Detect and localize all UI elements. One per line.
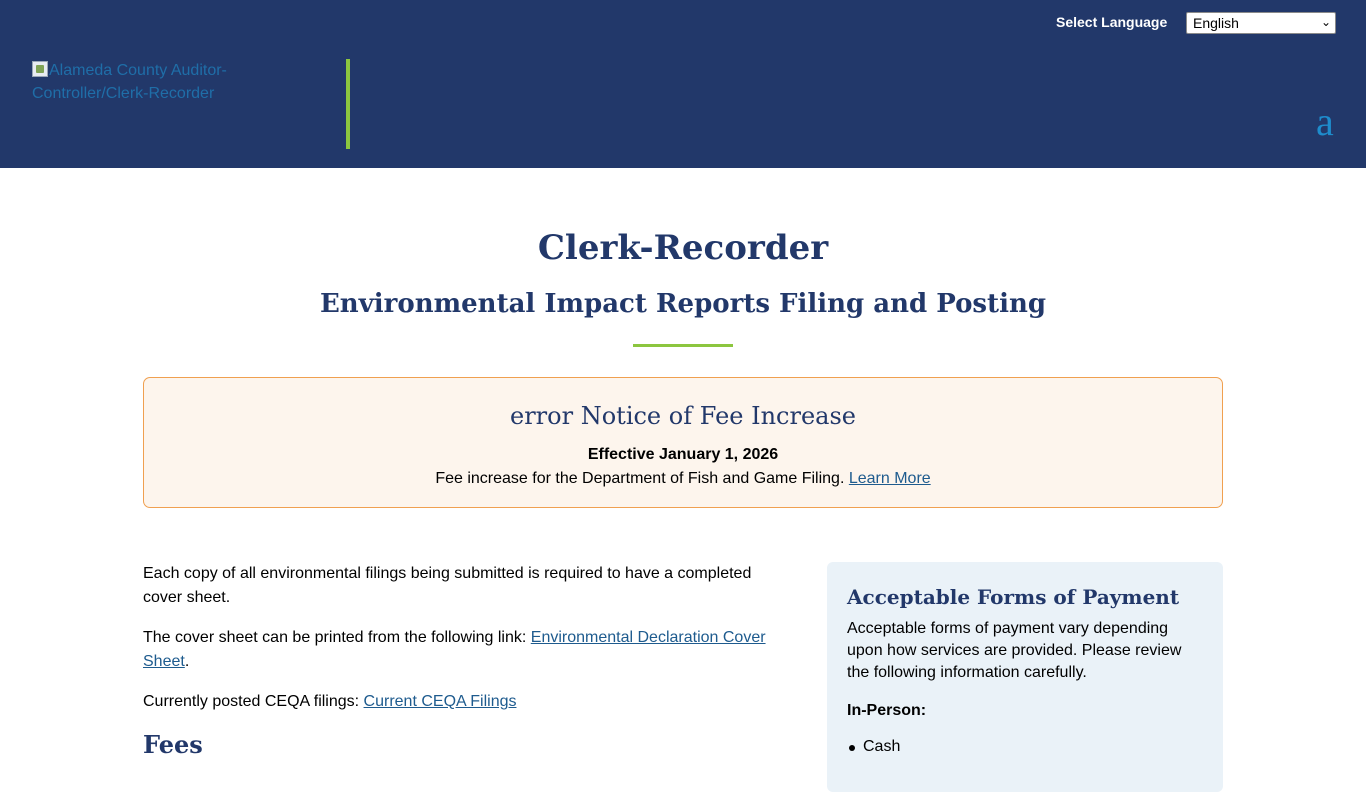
cover-sheet-text: The cover sheet can be printed from the …	[143, 629, 527, 646]
fee-increase-notice: error Notice of Fee Increase Effective J…	[143, 377, 1223, 508]
select-language-label: Select Language	[1056, 14, 1168, 30]
ceqa-filings-link[interactable]: Current CEQA Filings	[364, 693, 517, 710]
notice-effective-date: Effective January 1, 2026	[587, 446, 779, 463]
fees-heading: Fees	[143, 730, 203, 759]
cover-sheet-requirement: Each copy of all environmental filings b…	[143, 565, 752, 606]
language-select-value: English	[1193, 15, 1239, 31]
title-divider	[633, 344, 733, 347]
notice-title: Notice of Fee Increase	[580, 402, 856, 430]
notice-body: Fee increase for the Department of Fish …	[144, 470, 1222, 488]
broken-image-icon	[32, 61, 48, 77]
payment-sidebar: Acceptable Forms of Payment Acceptable f…	[827, 562, 1223, 792]
accessibility-icon[interactable]: a	[1316, 100, 1334, 144]
list-item: Cash	[847, 736, 1203, 758]
cover-sheet-paragraph: The cover sheet can be printed from the …	[143, 629, 766, 670]
language-select[interactable]: English ⌄	[1186, 12, 1336, 34]
page-title: Clerk-Recorder	[537, 228, 829, 268]
logo-alt-text: Alameda County Auditor-Controller/Clerk-…	[32, 62, 227, 102]
site-header: Select Language English ⌄ Alameda County…	[0, 0, 1366, 168]
in-person-list: Cash	[847, 736, 1203, 758]
site-logo-link[interactable]: Alameda County Auditor-Controller/Clerk-…	[32, 59, 262, 105]
error-icon: error	[510, 402, 574, 430]
ceqa-paragraph: Currently posted CEQA filings: Current C…	[143, 690, 783, 714]
in-person-label: In-Person:	[847, 702, 927, 719]
header-divider	[346, 59, 350, 149]
payment-description: Acceptable forms of payment vary dependi…	[847, 620, 1182, 681]
learn-more-link[interactable]: Learn More	[849, 470, 931, 487]
ceqa-text: Currently posted CEQA filings:	[143, 693, 360, 710]
notice-heading: error Notice of Fee Increase	[144, 402, 1222, 430]
payment-title: Acceptable Forms of Payment	[847, 585, 1180, 609]
chevron-down-icon: ⌄	[1320, 15, 1331, 29]
notice-text: Fee increase for the Department of Fish …	[435, 470, 845, 487]
page-subtitle: Environmental Impact Reports Filing and …	[319, 289, 1047, 319]
main-content: Each copy of all environmental filings b…	[143, 562, 783, 760]
